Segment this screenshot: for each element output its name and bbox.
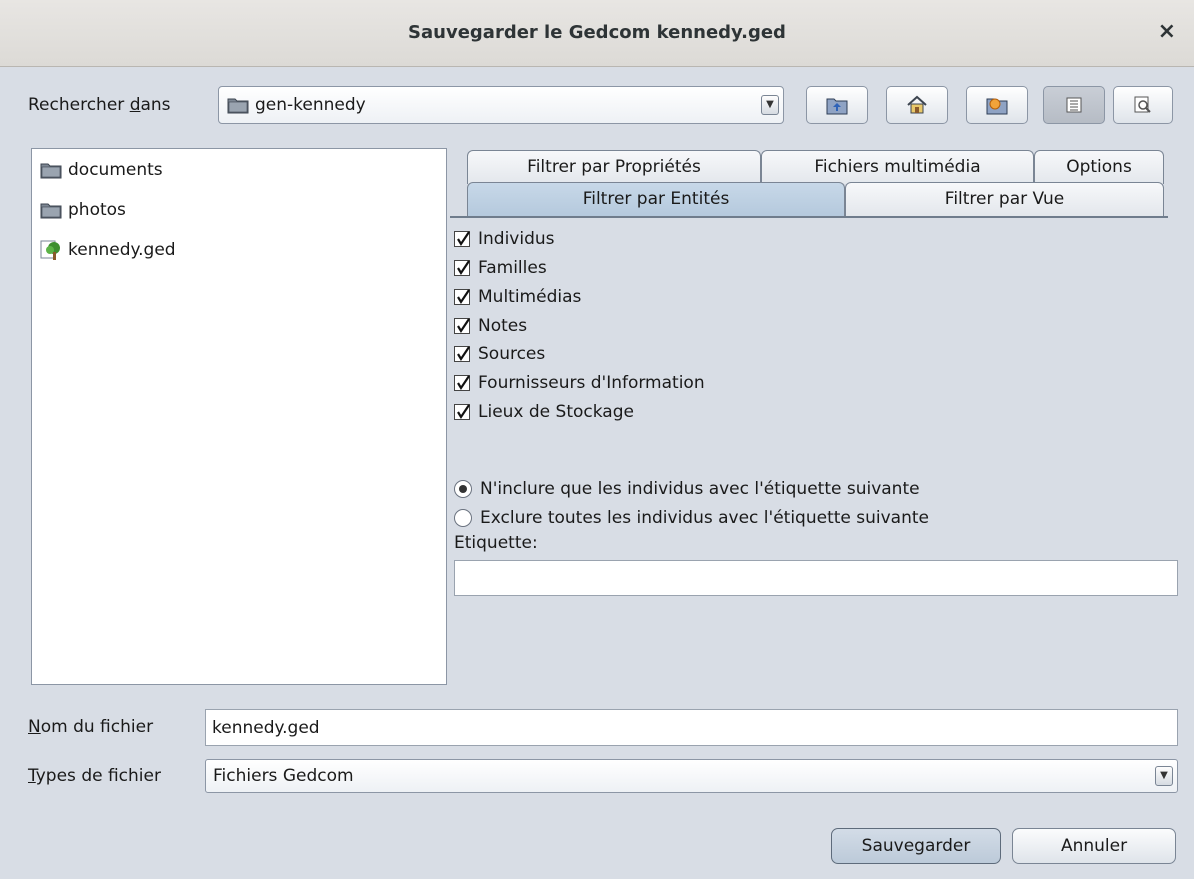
filetype-value: Fichiers Gedcom (213, 766, 354, 786)
details-view-button[interactable] (1113, 86, 1173, 124)
look-in-value: gen-kennedy (255, 95, 366, 115)
tab-filtrer-entites[interactable]: Filtrer par Entités (467, 182, 845, 216)
radio-exclude-tag[interactable]: Exclure toutes les individus avec l'étiq… (454, 505, 929, 531)
new-folder-icon (986, 98, 1008, 115)
checkbox-multimedias[interactable]: Multimédias (454, 284, 581, 310)
close-icon[interactable]: × (1158, 19, 1176, 44)
filename-label: Nom du fichier (28, 717, 154, 737)
window-title: Sauvegarder le Gedcom kennedy.ged (408, 22, 786, 43)
list-view-icon (1066, 97, 1082, 113)
list-item-kennedy-ged[interactable]: kennedy.ged (40, 236, 176, 264)
details-view-icon (1134, 96, 1151, 113)
home-icon (907, 95, 927, 114)
new-folder-button[interactable] (966, 86, 1028, 124)
filetype-combo[interactable]: Fichiers Gedcom ▼ (205, 759, 1178, 793)
tab-divider (450, 216, 1168, 218)
save-button[interactable]: Sauvegarder (831, 828, 1001, 864)
filename-input[interactable]: kennedy.ged (205, 709, 1178, 746)
checkbox-fournisseurs[interactable]: Fournisseurs d'Information (454, 370, 705, 396)
up-folder-icon (826, 98, 848, 115)
chevron-down-icon[interactable]: ▼ (761, 95, 779, 115)
folder-icon (40, 163, 62, 179)
checkbox-icon[interactable] (454, 404, 470, 420)
folder-icon (40, 203, 62, 219)
cancel-button[interactable]: Annuler (1012, 828, 1176, 864)
checkbox-icon[interactable] (454, 231, 470, 247)
radio-icon[interactable] (454, 480, 472, 498)
tag-input[interactable] (454, 560, 1178, 596)
checkbox-familles[interactable]: Familles (454, 255, 547, 281)
checkbox-icon[interactable] (454, 289, 470, 305)
tree-icon (40, 240, 60, 260)
list-item-documents[interactable]: documents (40, 156, 163, 184)
checkbox-icon[interactable] (454, 346, 470, 362)
home-button[interactable] (886, 86, 948, 124)
radio-include-tag[interactable]: N'inclure que les individus avec l'étiqu… (454, 476, 920, 502)
checkbox-notes[interactable]: Notes (454, 313, 527, 339)
chevron-down-icon[interactable]: ▼ (1155, 766, 1173, 786)
tab-fichiers-multimedia[interactable]: Fichiers multimédia (761, 150, 1034, 184)
checkbox-sources[interactable]: Sources (454, 341, 545, 367)
file-list[interactable]: documents photos kennedy.ged (31, 148, 447, 685)
checkbox-icon[interactable] (454, 260, 470, 276)
tab-filtrer-proprietes[interactable]: Filtrer par Propriétés (467, 150, 761, 184)
checkbox-icon[interactable] (454, 375, 470, 391)
up-folder-button[interactable] (806, 86, 868, 124)
list-view-button[interactable] (1043, 86, 1105, 124)
folder-icon (227, 98, 249, 114)
tag-label: Etiquette: (454, 533, 538, 553)
checkbox-icon[interactable] (454, 318, 470, 334)
look-in-combo[interactable]: gen-kennedy ▼ (218, 86, 784, 124)
filetype-label: Types de fichier (28, 766, 161, 786)
tab-filtrer-vue[interactable]: Filtrer par Vue (845, 182, 1164, 216)
title-bar: Sauvegarder le Gedcom kennedy.ged × (0, 0, 1194, 67)
checkbox-individus[interactable]: Individus (454, 226, 555, 252)
look-in-label: Rechercher dans (28, 95, 171, 115)
list-item-photos[interactable]: photos (40, 196, 126, 224)
checkbox-lieux-stockage[interactable]: Lieux de Stockage (454, 399, 634, 425)
radio-icon[interactable] (454, 509, 472, 527)
tab-options[interactable]: Options (1034, 150, 1164, 184)
